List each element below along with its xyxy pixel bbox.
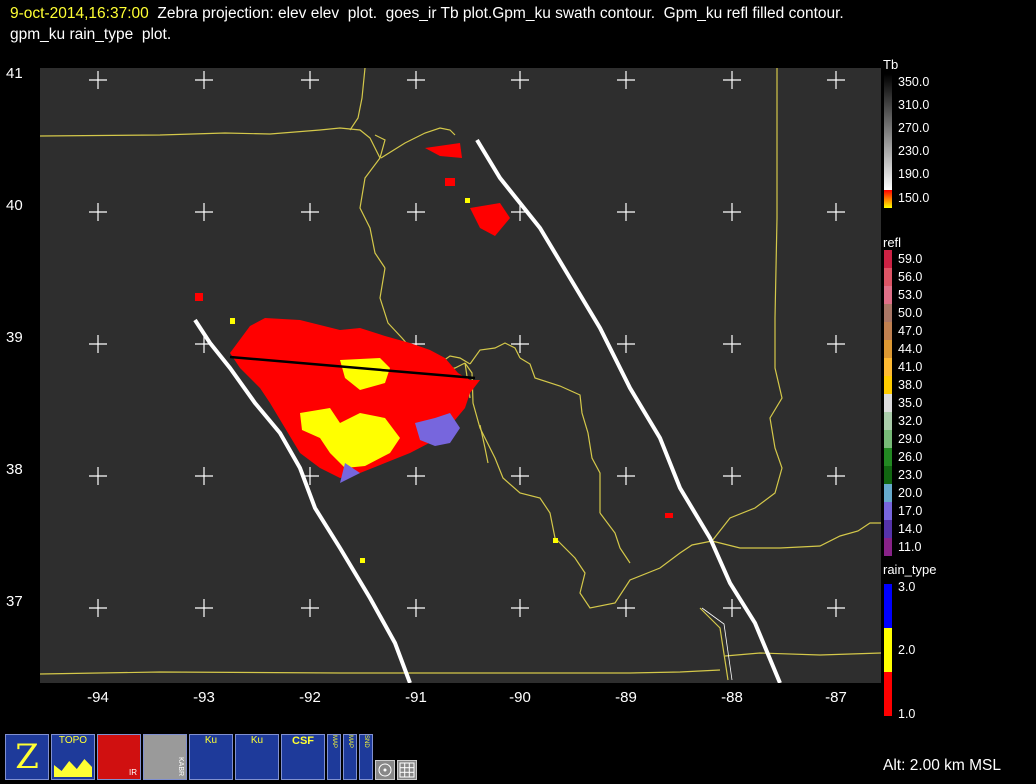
- sounds-button-label: SND: [363, 735, 369, 748]
- target-icon[interactable]: [375, 760, 395, 780]
- refl-swatch: [884, 520, 892, 538]
- refl-label: 50.0: [898, 306, 923, 320]
- tb-label-270: 270.0: [898, 121, 930, 135]
- rain-type-swatch-3: [884, 584, 892, 628]
- x-tick-minus90: -90: [509, 689, 531, 706]
- map-panel[interactable]: [39, 67, 882, 684]
- y-tick-38: 38: [6, 461, 23, 478]
- refl-label: 20.0: [898, 486, 923, 500]
- tb-label-310: 310.0: [898, 98, 930, 112]
- x-tick-minus92: -92: [299, 689, 321, 706]
- refl-label: 35.0: [898, 396, 923, 410]
- refl-label: 47.0: [898, 324, 923, 338]
- refl-label: 41.0: [898, 360, 923, 374]
- refl-swatch: [884, 448, 892, 466]
- topo-button[interactable]: TOPO: [51, 734, 95, 780]
- rain-type-label-1: 1.0: [898, 707, 916, 721]
- altitude-readout: Alt: 2.00 km MSL: [883, 757, 1002, 774]
- refl-swatch: [884, 268, 892, 286]
- tb-label-230: 230.0: [898, 144, 930, 158]
- state-boundaries: [39, 67, 882, 681]
- tb-color-bar: [884, 74, 892, 190]
- csf-gpm-button-label: CSF: [292, 735, 314, 747]
- x-tick-minus87: -87: [825, 689, 847, 706]
- refl-label: 56.0: [898, 270, 923, 284]
- x-tick-minus89: -89: [615, 689, 637, 706]
- topo-button-label: TOPO: [58, 735, 88, 746]
- refl-swatch: [884, 340, 892, 358]
- rain-type-swatch-2: [884, 628, 892, 672]
- tb-legend-title: Tb: [883, 57, 899, 72]
- plot-title-line1: Zebra projection: elev elev plot. goes_i…: [148, 5, 844, 22]
- map-button-1-label: MAP: [331, 735, 337, 749]
- refl-swatch: [884, 502, 892, 520]
- tb-label-350: 350.0: [898, 75, 930, 89]
- tb-label-190: 190.0: [898, 167, 930, 181]
- sounds-button[interactable]: SND: [359, 734, 373, 780]
- rain-echoes: [195, 143, 673, 563]
- refl-swatch: [884, 304, 892, 322]
- x-tick-minus91: -91: [405, 689, 427, 706]
- topo-icon: [54, 759, 92, 777]
- refl-label: 26.0: [898, 450, 923, 464]
- refl-label: 29.0: [898, 432, 923, 446]
- y-tick-37: 37: [6, 593, 23, 610]
- refl-label: 17.0: [898, 504, 923, 518]
- refl-label: 14.0: [898, 522, 923, 536]
- refl-label: 53.0: [898, 288, 923, 302]
- plot-title: 9-oct-2014,16:37:00 Zebra projection: el…: [10, 3, 844, 45]
- refl-swatch: [884, 430, 892, 448]
- tb-warm-bar: [884, 190, 892, 208]
- kaber-button-label: KABR: [177, 756, 184, 776]
- refl-swatch: [884, 466, 892, 484]
- map-canvas: [39, 67, 882, 684]
- refl-label: 38.0: [898, 378, 923, 392]
- refl-label: 44.0: [898, 342, 923, 356]
- tb-label-150: 150.0: [898, 191, 930, 205]
- plot-timestamp: 9-oct-2014,16:37:00: [10, 5, 149, 22]
- refl-label: 23.0: [898, 468, 923, 482]
- y-tick-40: 40: [6, 197, 23, 214]
- refl-swatch: [884, 394, 892, 412]
- goes-ir-button[interactable]: IR: [97, 734, 141, 780]
- refl-label: 11.0: [898, 540, 922, 554]
- grid-icon-glyph: [399, 762, 415, 778]
- map-button-2-label: MAP: [347, 735, 353, 749]
- refl-swatch: [884, 322, 892, 340]
- lat-lon-grid: [89, 71, 845, 617]
- refl-swatch: [884, 358, 892, 376]
- x-tick-minus94: -94: [87, 689, 109, 706]
- zebra-toolbar: Z TOPO IR KABR Ku Ku CSF MAP MAP SND: [5, 734, 417, 780]
- refl-swatch: [884, 250, 892, 268]
- refl-label: 59.0: [898, 252, 923, 266]
- y-tick-39: 39: [6, 329, 23, 346]
- ku-gpm-button-2-label: Ku: [250, 735, 264, 746]
- zebra-icon[interactable]: Z: [5, 734, 49, 780]
- refl-swatch: [884, 376, 892, 394]
- csf-gpm-button[interactable]: CSF: [281, 734, 325, 780]
- refl-swatch: [884, 412, 892, 430]
- rain-type-label-2: 2.0: [898, 643, 916, 657]
- rain-type-legend-title: rain_type: [883, 562, 937, 577]
- goes-ir-button-label: IR: [129, 768, 137, 777]
- refl-swatch: [884, 538, 892, 556]
- ku-gpm-button-1[interactable]: Ku: [189, 734, 233, 780]
- rain-type-label-3: 3.0: [898, 580, 916, 594]
- map-button-1[interactable]: MAP: [327, 734, 341, 780]
- plot-title-line2: gpm_ku rain_type plot.: [10, 26, 172, 43]
- map-button-2[interactable]: MAP: [343, 734, 357, 780]
- ku-gpm-button-1-label: Ku: [204, 735, 218, 746]
- kaber-button[interactable]: KABR: [143, 734, 187, 780]
- x-tick-minus93: -93: [193, 689, 215, 706]
- ku-gpm-button-2[interactable]: Ku: [235, 734, 279, 780]
- x-tick-minus88: -88: [721, 689, 743, 706]
- grid-icon[interactable]: [397, 760, 417, 780]
- refl-label: 32.0: [898, 414, 923, 428]
- target-icon-glyph: [378, 763, 392, 777]
- refl-swatch: [884, 286, 892, 304]
- y-tick-41: 41: [6, 65, 23, 82]
- rain-type-swatch-1: [884, 672, 892, 716]
- refl-legend-title: refl: [883, 235, 902, 250]
- refl-swatch: [884, 484, 892, 502]
